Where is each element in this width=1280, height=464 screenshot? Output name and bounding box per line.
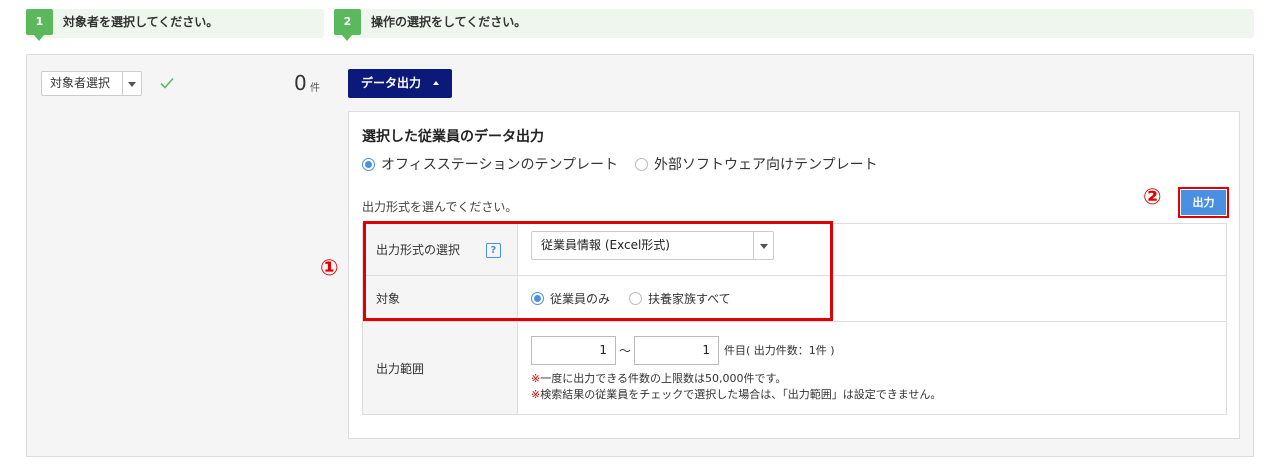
- radio-external-template-label[interactable]: 外部ソフトウェア向けテンプレート: [654, 154, 878, 174]
- note-limit-text: 一度に出力できる件数の上限数は50,000件です。: [540, 372, 787, 385]
- annotation-marker-2: ②: [1143, 185, 1162, 210]
- range-to-input[interactable]: 1: [634, 336, 719, 365]
- data-output-button-label: データ出力: [361, 76, 422, 90]
- range-from-input[interactable]: 1: [531, 336, 616, 365]
- section-title: 選択した従業員のデータ出力: [362, 129, 544, 145]
- step-2-number: 2: [334, 9, 361, 41]
- selected-count: 0: [294, 71, 307, 95]
- highlight-box-format-target: [363, 221, 833, 321]
- range-row-header: 出力範囲: [362, 321, 518, 415]
- note-limit: ※一度に出力できる件数の上限数は50,000件です。: [531, 370, 786, 386]
- radio-external-template[interactable]: [635, 158, 648, 171]
- data-output-button[interactable]: データ出力: [348, 69, 452, 98]
- target-select-label: 対象者選択: [50, 76, 111, 90]
- step-1-header: 1 対象者を選択してください。: [26, 9, 324, 41]
- range-row-value: 1 〜 1 件目( 出力件数：1件 ) ※一度に出力できる件数の上限数は50,0…: [517, 321, 1227, 415]
- chevron-down-icon[interactable]: [122, 72, 141, 95]
- range-separator: 〜: [619, 344, 632, 358]
- note-mark: ※: [531, 372, 541, 385]
- step-2-header: 2 操作の選択をしてください。: [334, 9, 1254, 41]
- output-button[interactable]: 出力: [1181, 190, 1226, 215]
- step-2-label: 操作の選択をしてください。: [371, 15, 527, 29]
- note-range: ※検索結果の従業員をチェックで選択した場合は、「出力範囲」は設定できません。: [531, 386, 941, 402]
- chevron-up-icon: [433, 81, 439, 85]
- checkmark-icon: [160, 77, 174, 89]
- range-label: 出力範囲: [376, 361, 425, 376]
- target-select-dropdown[interactable]: 対象者選択: [41, 71, 142, 96]
- step-1-number: 1: [26, 9, 53, 41]
- step-1-label: 対象者を選択してください。: [63, 15, 219, 29]
- note-range-text: 検索結果の従業員をチェックで選択した場合は、「出力範囲」は設定できません。: [540, 388, 942, 401]
- annotation-marker-1: ①: [320, 256, 339, 281]
- output-button-highlight: 出力: [1178, 187, 1229, 218]
- radio-office-template-label[interactable]: オフィスステーションのテンプレート: [381, 154, 618, 174]
- range-suffix: 件目( 出力件数：1件 ): [724, 344, 835, 357]
- target-selection-panel: 対象者選択 0 件: [26, 54, 337, 457]
- format-prompt: 出力形式を選んでください。: [362, 200, 518, 214]
- note-mark: ※: [531, 388, 541, 401]
- selected-count-unit: 件: [310, 83, 320, 94]
- radio-office-template[interactable]: [362, 158, 375, 171]
